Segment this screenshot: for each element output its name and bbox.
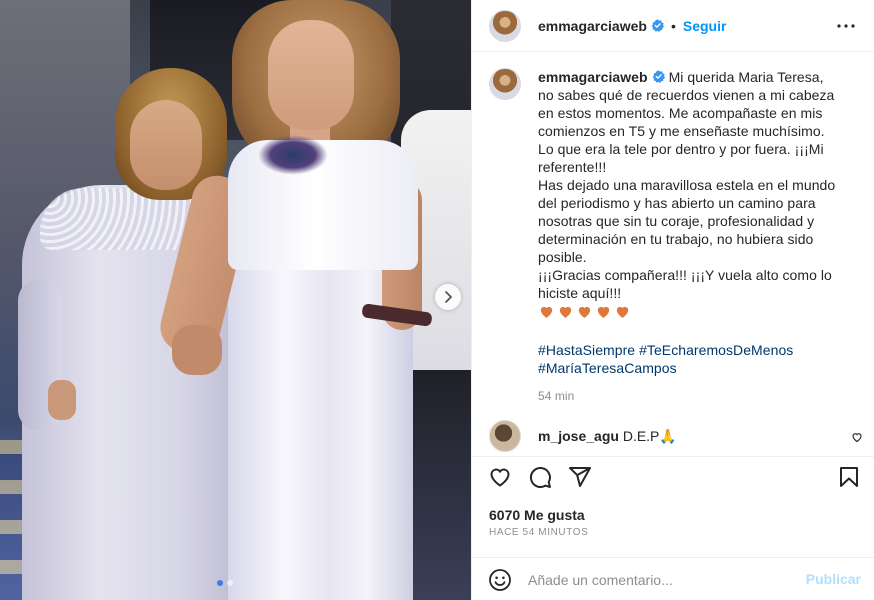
caption-line: hiciste aquí!!!	[538, 285, 622, 301]
post-photo[interactable]	[0, 0, 471, 600]
caption-hashtags: #HastaSiempre #TeEcharemosDeMenos #María…	[538, 341, 856, 377]
author-avatar[interactable]	[489, 9, 521, 42]
orange-heart-icon	[614, 303, 631, 320]
caption-line: posible.	[538, 249, 587, 265]
more-options-button[interactable]	[834, 15, 858, 37]
orange-hearts-emoji	[538, 303, 856, 323]
hashtag-link[interactable]: #MaríaTeresaCampos	[538, 359, 856, 377]
caption-line: comienzos en T5 y me enseñaste muchísimo…	[538, 123, 825, 139]
comment-like-button[interactable]	[851, 430, 863, 443]
heart-outline-icon	[490, 468, 510, 487]
header-separator: •	[670, 17, 676, 34]
orange-heart-icon	[557, 303, 574, 320]
woman-right-face	[268, 20, 354, 130]
caption-text: emmagarciaweb Mi querida Maria Teresa, n…	[538, 68, 856, 405]
comment-button[interactable]	[528, 465, 552, 489]
carousel-next-button[interactable]	[435, 284, 461, 310]
comment-text: m_jose_agu D.E.P🙏	[538, 428, 677, 445]
carousel-dot-active	[217, 580, 223, 586]
save-button[interactable]	[837, 465, 861, 489]
comment-input[interactable]	[528, 571, 788, 588]
share-button[interactable]	[568, 465, 592, 489]
follow-button[interactable]: Seguir	[683, 18, 727, 34]
author-username[interactable]: emmagarciaweb	[538, 18, 647, 34]
paper-plane-icon	[569, 467, 591, 487]
caption-line: ¡¡¡Gracias compañera!!! ¡¡¡Y vuela alto …	[538, 267, 832, 283]
add-comment-bar: Publicar	[472, 557, 874, 600]
woman-right-brooch	[258, 135, 328, 175]
bookmark-icon	[840, 467, 858, 487]
caption-line-text: Mi querida Maria Teresa,	[668, 69, 824, 85]
caption-line: en estos momentos. Me acompañaste en mis	[538, 105, 823, 121]
caption-line: Lo que era la tele por dentro y por fuer…	[538, 141, 824, 157]
heart-outline-icon	[852, 433, 862, 443]
caption-area: emmagarciaweb Mi querida Maria Teresa, n…	[472, 52, 874, 456]
comment-item: m_jose_agu D.E.P🙏	[489, 420, 862, 452]
hashtag-link[interactable]: #HastaSiempre #TeEcharemosDeMenos	[538, 341, 856, 359]
verified-badge-icon	[652, 70, 665, 83]
post-timestamp[interactable]: HACE 54 MINUTOS	[489, 527, 588, 538]
emoji-button[interactable]	[488, 568, 512, 592]
verified-badge-icon	[651, 19, 664, 32]
caption-username[interactable]: emmagarciaweb	[538, 69, 648, 85]
action-icons	[488, 465, 592, 489]
orange-heart-icon	[595, 303, 612, 320]
caption-line: emmagarciaweb Mi querida Maria Teresa,	[538, 68, 856, 86]
commenter-username[interactable]: m_jose_agu	[538, 428, 619, 444]
caption-line: determinación en tu trabajo, no hubiera …	[538, 231, 814, 247]
post-actions: 6070 Me gusta HACE 54 MINUTOS Publicar	[472, 456, 874, 600]
comment-bubble-icon	[529, 467, 551, 488]
comment-body: D.E.P🙏	[622, 427, 677, 444]
woman-left-hand	[48, 380, 76, 420]
commenter-avatar[interactable]	[489, 420, 521, 452]
chevron-right-icon	[445, 291, 452, 303]
more-horizontal-icon	[837, 24, 855, 28]
held-hands	[172, 325, 222, 375]
caption-line: nosotras que sin tu coraje, profesionali…	[538, 213, 815, 229]
woman-left-face	[130, 100, 202, 190]
publish-button[interactable]: Publicar	[806, 571, 861, 587]
post-header: emmagarciaweb • Seguir	[472, 0, 874, 52]
caption: emmagarciaweb Mi querida Maria Teresa, n…	[489, 68, 859, 405]
caption-avatar[interactable]	[489, 68, 521, 100]
carousel-dot	[227, 580, 233, 586]
likes-count[interactable]: 6070 Me gusta	[489, 507, 585, 523]
caption-timestamp[interactable]: 54 min	[538, 387, 856, 405]
caption-line: Has dejado una maravillosa estela en el …	[538, 177, 836, 193]
caption-line: no sabes qué de recuerdos vienen a mi ca…	[538, 87, 835, 103]
like-button[interactable]	[488, 465, 512, 489]
orange-heart-icon	[576, 303, 593, 320]
carousel-indicator	[217, 580, 233, 586]
orange-heart-icon	[538, 303, 555, 320]
post-side-panel: emmagarciaweb • Seguir emmagarciaweb Mi …	[471, 0, 874, 600]
caption-line: referente!!!	[538, 159, 607, 175]
smiley-icon	[489, 568, 511, 591]
caption-line: del periodismo y has abierto un camino p…	[538, 195, 816, 211]
